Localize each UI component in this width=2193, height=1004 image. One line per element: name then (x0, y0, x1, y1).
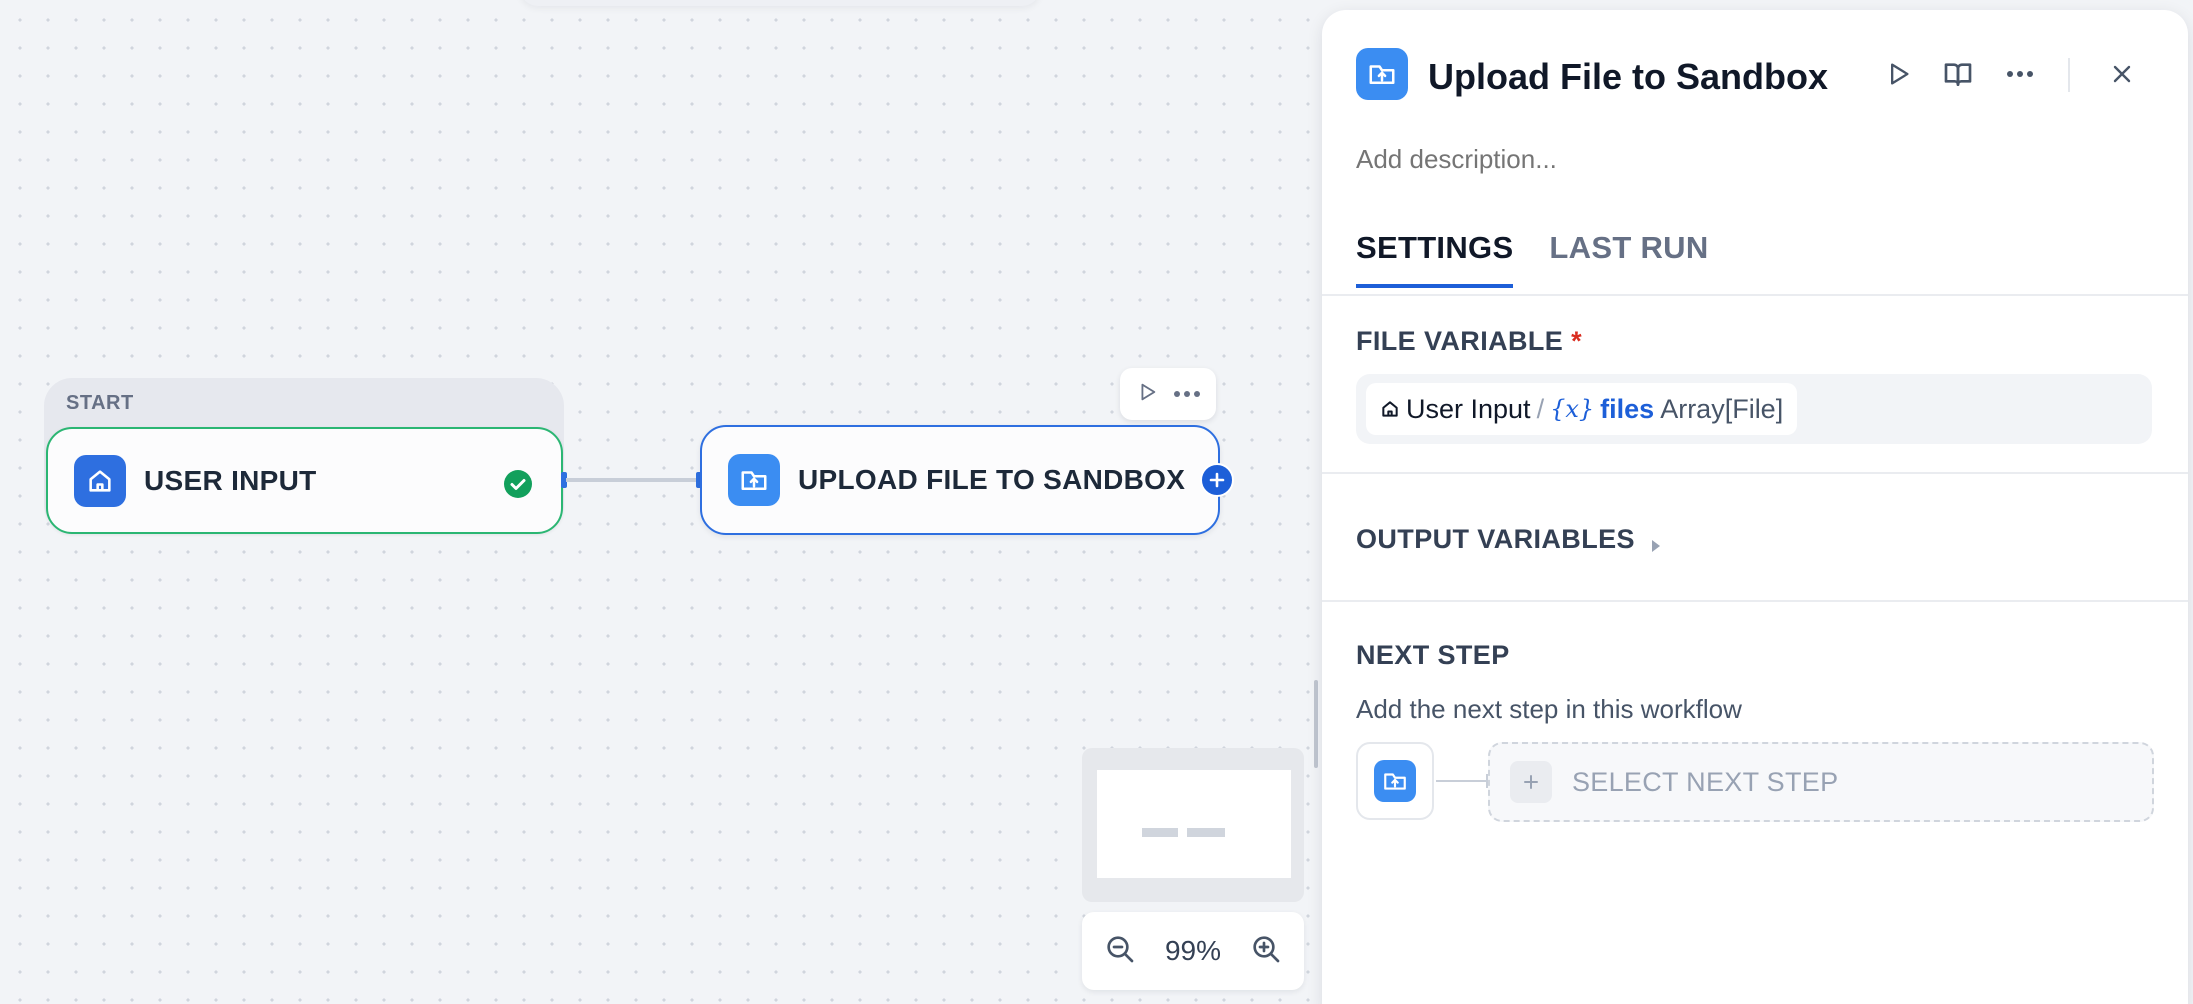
output-variables-toggle[interactable]: OUTPUT VARIABLES (1356, 524, 1635, 555)
success-check-icon (504, 470, 532, 498)
node-settings-panel: Upload File to Sandbox SETTINGS LAST RUN… (1322, 10, 2188, 1004)
required-mark: * (1571, 326, 1583, 356)
tab-last-run[interactable]: LAST RUN (1549, 230, 1708, 288)
caret-right-icon[interactable] (1650, 538, 1662, 554)
zoom-controls: 99% (1082, 912, 1304, 990)
variable-chip[interactable]: User Input / {x} files Array[File] (1366, 383, 1798, 435)
folder-upload-icon (1356, 48, 1408, 100)
start-group-label: START (66, 392, 134, 414)
tab-settings[interactable]: SETTINGS (1356, 230, 1514, 288)
docs-book-icon[interactable] (1938, 54, 1978, 94)
minimap[interactable] (1082, 748, 1304, 902)
source-node-name: User Input (1406, 393, 1531, 424)
select-next-step-button[interactable]: SELECT NEXT STEP (1488, 742, 2154, 822)
home-icon (74, 454, 126, 507)
output-variables-label: OUTPUT VARIABLES (1356, 524, 1635, 554)
connection-edge (566, 478, 700, 482)
add-next-node-button[interactable] (1200, 463, 1234, 497)
node-title: UPLOAD FILE TO SANDBOX (798, 464, 1186, 495)
variable-icon: {x} (1550, 395, 1595, 423)
zoom-level: 99% (1164, 935, 1222, 966)
section-divider (1322, 600, 2188, 602)
folder-upload-icon (728, 454, 780, 506)
header-separator (2068, 58, 2070, 92)
file-variable-label-text: FILE VARIABLE (1356, 326, 1564, 356)
select-next-step-label: SELECT NEXT STEP (1572, 766, 1839, 797)
folder-upload-icon (1374, 760, 1416, 802)
canvas-top-toolbar-edge (520, 0, 1040, 6)
minimap-node (1142, 828, 1178, 837)
path-separator: / (1536, 393, 1545, 424)
file-variable-selector[interactable]: User Input / {x} files Array[File] (1356, 374, 2152, 444)
plus-icon (1510, 761, 1552, 803)
plus-icon (1209, 472, 1225, 488)
node-user-input[interactable]: USER INPUT (46, 427, 563, 534)
file-variable-label: FILE VARIABLE * (1356, 326, 1582, 357)
variable-type: Array[File] (1660, 393, 1784, 424)
description-input[interactable] (1356, 144, 2056, 175)
current-node-thumb (1356, 742, 1434, 820)
node-upload-file-to-sandbox[interactable]: UPLOAD FILE TO SANDBOX (700, 425, 1220, 535)
close-icon[interactable] (2102, 54, 2142, 94)
home-icon (1382, 401, 1398, 417)
next-step-description: Add the next step in this workflow (1356, 694, 1742, 724)
zoom-in-icon[interactable] (1250, 933, 1282, 970)
run-node-icon[interactable] (1136, 381, 1158, 408)
panel-title[interactable]: Upload File to Sandbox (1428, 56, 1828, 98)
panel-resize-handle[interactable] (1314, 680, 1318, 768)
next-step-label: NEXT STEP (1356, 640, 1510, 671)
tabs-divider (1322, 294, 2188, 296)
node-toolbar (1120, 368, 1216, 420)
more-options-icon[interactable] (2000, 54, 2040, 94)
next-step-label-text: NEXT STEP (1356, 640, 1510, 670)
more-options-icon[interactable] (1173, 385, 1201, 403)
run-step-icon[interactable] (1878, 54, 1918, 94)
next-step-connector (1436, 780, 1488, 782)
section-divider (1322, 472, 2188, 474)
minimap-node (1187, 828, 1225, 837)
panel-tabs: SETTINGS LAST RUN (1356, 230, 1745, 288)
node-title: USER INPUT (144, 464, 317, 496)
zoom-out-icon[interactable] (1104, 933, 1136, 970)
variable-name: files (1600, 393, 1655, 424)
minimap-viewport[interactable] (1097, 770, 1291, 878)
workflow-canvas[interactable]: START USER INPUT UPLOAD FILE TO SANDBOX … (0, 0, 1330, 1004)
